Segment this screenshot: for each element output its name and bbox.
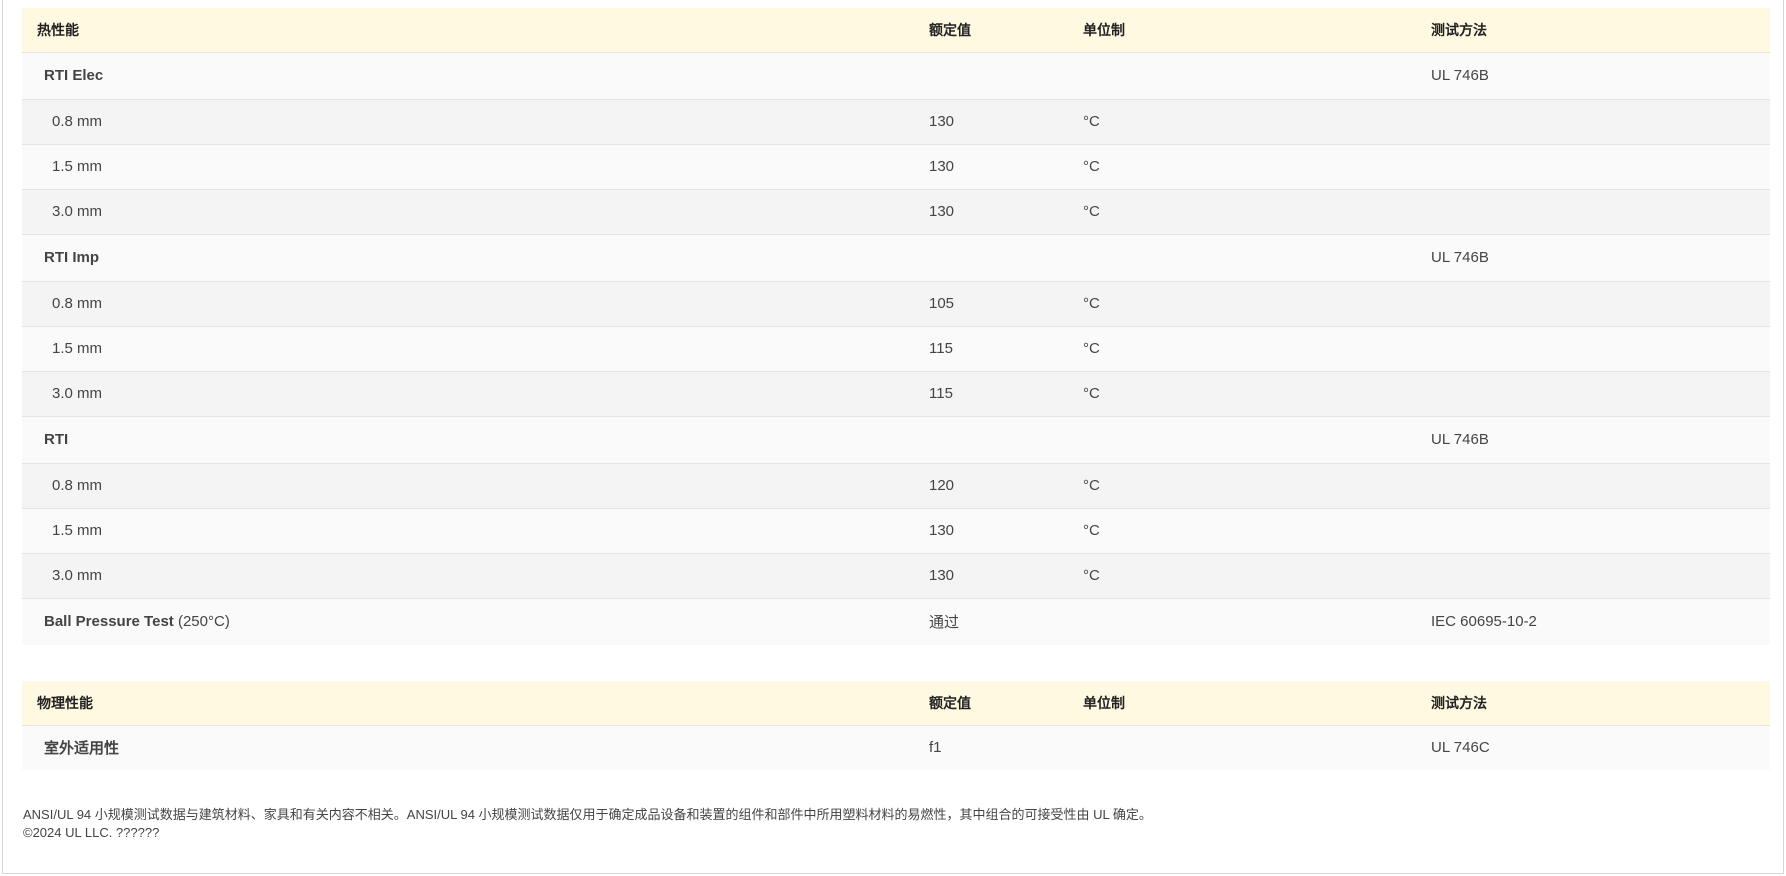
test-method: UL 746B — [1431, 51, 1770, 99]
value-cell: 130 — [929, 98, 1083, 144]
property-name: 室外适用性 — [22, 724, 929, 770]
unit-cell — [1083, 597, 1431, 645]
disclaimer-text: ANSI/UL 94 小规模测试数据与建筑材料、家具和有关内容不相关。ANSI/… — [23, 807, 1152, 822]
table-row: 0.8 mm 130 °C — [22, 98, 1770, 144]
table-row: 3.0 mm 130 °C — [22, 552, 1770, 598]
table-row: 1.5 mm 130 °C — [22, 507, 1770, 553]
header-property: 物理性能 — [22, 681, 929, 725]
unit-cell: °C — [1083, 98, 1431, 144]
thermal-properties-table: 热性能 额定值 单位制 测试方法 RTI Elec UL 746B 0.8 mm… — [22, 8, 1770, 645]
unit-cell: °C — [1083, 188, 1431, 234]
page-frame: 热性能 额定值 单位制 测试方法 RTI Elec UL 746B 0.8 mm… — [2, 0, 1784, 874]
thickness: 0.8 mm — [22, 98, 929, 144]
test-method — [1431, 552, 1770, 598]
header-value: 额定值 — [929, 8, 1083, 52]
table-row: RTI Elec UL 746B — [22, 51, 1770, 99]
table-row: 1.5 mm 130 °C — [22, 143, 1770, 189]
property-name: RTI Elec — [22, 51, 929, 99]
table-row: 0.8 mm 105 °C — [22, 280, 1770, 326]
footer: ANSI/UL 94 小规模测试数据与建筑材料、家具和有关内容不相关。ANSI/… — [23, 806, 1763, 842]
value-cell: 130 — [929, 143, 1083, 189]
value-cell — [929, 51, 1083, 99]
thickness: 1.5 mm — [22, 325, 929, 371]
thickness: 0.8 mm — [22, 462, 929, 508]
thickness: 1.5 mm — [22, 507, 929, 553]
test-method: UL 746B — [1431, 233, 1770, 281]
test-method: UL 746B — [1431, 415, 1770, 463]
value-cell: 130 — [929, 552, 1083, 598]
header-value: 额定值 — [929, 681, 1083, 725]
test-method: IEC 60695-10-2 — [1431, 597, 1770, 645]
test-method: UL 746C — [1431, 724, 1770, 770]
value-cell: 115 — [929, 325, 1083, 371]
test-method — [1431, 370, 1770, 416]
table-header-row: 物理性能 额定值 单位制 测试方法 — [22, 681, 1770, 725]
unit-cell: °C — [1083, 462, 1431, 508]
value-cell: 通过 — [929, 597, 1083, 645]
header-unit: 单位制 — [1083, 681, 1431, 725]
header-method: 测试方法 — [1431, 681, 1770, 725]
property-name: Ball Pressure Test (250°C) — [22, 597, 929, 645]
value-cell: 105 — [929, 280, 1083, 326]
value-cell — [929, 233, 1083, 281]
unit-cell: °C — [1083, 143, 1431, 189]
unit-cell — [1083, 724, 1431, 770]
unit-cell: °C — [1083, 507, 1431, 553]
thickness: 3.0 mm — [22, 188, 929, 234]
unit-cell: °C — [1083, 370, 1431, 416]
unit-cell: °C — [1083, 325, 1431, 371]
property-name: RTI — [22, 415, 929, 463]
value-cell — [929, 415, 1083, 463]
property-name: RTI Imp — [22, 233, 929, 281]
value-cell: f1 — [929, 724, 1083, 770]
test-method — [1431, 325, 1770, 371]
table-row: 1.5 mm 115 °C — [22, 325, 1770, 371]
test-method — [1431, 462, 1770, 508]
table-header-row: 热性能 额定值 单位制 测试方法 — [22, 8, 1770, 52]
unit-cell — [1083, 415, 1431, 463]
unit-cell — [1083, 51, 1431, 99]
test-condition: (250°C) — [177, 613, 230, 631]
unit-cell — [1083, 233, 1431, 281]
value-cell: 115 — [929, 370, 1083, 416]
unit-cell: °C — [1083, 552, 1431, 598]
value-cell: 120 — [929, 462, 1083, 508]
test-method — [1431, 280, 1770, 326]
table-row: RTI Imp UL 746B — [22, 233, 1770, 281]
value-cell: 130 — [929, 507, 1083, 553]
thickness: 0.8 mm — [22, 280, 929, 326]
physical-properties-table: 物理性能 额定值 单位制 测试方法 室外适用性 f1 UL 746C — [22, 681, 1770, 770]
thickness: 3.0 mm — [22, 370, 929, 416]
ball-pressure-label: Ball Pressure Test — [44, 613, 174, 631]
test-method — [1431, 507, 1770, 553]
thickness: 3.0 mm — [22, 552, 929, 598]
table-row: RTI UL 746B — [22, 415, 1770, 463]
table-row: 室外适用性 f1 UL 746C — [22, 724, 1770, 770]
header-method: 测试方法 — [1431, 8, 1770, 52]
table-row: Ball Pressure Test (250°C) 通过 IEC 60695-… — [22, 597, 1770, 645]
header-property: 热性能 — [22, 8, 929, 52]
unit-cell: °C — [1083, 280, 1431, 326]
copyright-text: ©2024 UL LLC. ?????? — [23, 825, 160, 840]
header-unit: 单位制 — [1083, 8, 1431, 52]
table-row: 3.0 mm 115 °C — [22, 370, 1770, 416]
table-row: 3.0 mm 130 °C — [22, 188, 1770, 234]
test-method — [1431, 143, 1770, 189]
test-method — [1431, 98, 1770, 144]
test-method — [1431, 188, 1770, 234]
table-row: 0.8 mm 120 °C — [22, 462, 1770, 508]
thickness: 1.5 mm — [22, 143, 929, 189]
value-cell: 130 — [929, 188, 1083, 234]
